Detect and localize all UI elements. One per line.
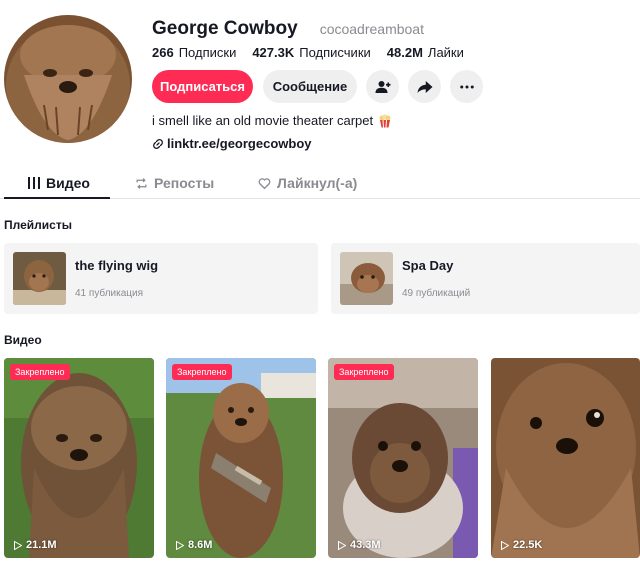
- link-text[interactable]: linktr.ee/georgecowboy: [167, 136, 312, 151]
- tab-reposts-label: Репосты: [154, 175, 215, 191]
- playlists-title: Плейлисты: [4, 218, 72, 232]
- video-views: 43.3M: [338, 539, 381, 551]
- play-icon: [14, 540, 22, 550]
- popcorn-icon: [379, 114, 391, 128]
- playlist-thumbnail: [340, 252, 393, 305]
- video-card[interactable]: Закреплено 8.6M: [166, 358, 316, 558]
- following-label[interactable]: Подписки: [179, 45, 237, 60]
- video-views: 22.5K: [501, 539, 542, 551]
- tab-liked-label: Лайкнул(-а): [277, 175, 358, 191]
- followers-count[interactable]: 427.3K: [252, 45, 294, 60]
- active-tab-indicator: [4, 197, 110, 199]
- link-icon: [153, 138, 163, 149]
- profile-bio: i smell like an old movie theater carpet: [152, 113, 392, 128]
- message-button[interactable]: Сообщение: [263, 70, 357, 103]
- profile-handle: cocoadreamboat: [319, 21, 424, 37]
- add-friend-button[interactable]: [366, 70, 399, 103]
- tab-reposts[interactable]: Репосты: [135, 168, 214, 198]
- heart-icon: [258, 177, 271, 189]
- profile-avatar[interactable]: [4, 15, 132, 143]
- profile-stats: 266 Подписки 427.3K Подписчики 48.2M Лай…: [152, 43, 480, 61]
- followers-label[interactable]: Подписчики: [299, 45, 371, 60]
- grid-icon: [28, 177, 40, 189]
- repost-icon: [136, 177, 147, 189]
- video-card[interactable]: Закреплено 21.1M: [4, 358, 154, 558]
- playlist-title: the flying wig: [75, 258, 159, 273]
- tab-videos[interactable]: Видео: [28, 168, 90, 198]
- videos-title: Видео: [4, 333, 42, 347]
- tab-liked[interactable]: Лайкнул(-а): [258, 168, 357, 198]
- more-icon: [459, 85, 474, 88]
- video-views-count: 43.3M: [350, 539, 381, 551]
- profile-name: George Cowboy: [152, 18, 298, 39]
- profile-tabs: Видео Репосты Лайкнул(-а): [0, 168, 640, 199]
- playlist-count: 41 публикация: [75, 288, 144, 299]
- playlist-card[interactable]: the flying wig 41 публикация: [4, 243, 318, 314]
- likes-count: 48.2M: [386, 44, 423, 60]
- video-views: 8.6M: [176, 539, 212, 551]
- video-views: 21.1M: [14, 539, 57, 551]
- likes-label: Лайки: [427, 44, 464, 60]
- playlist-title: Spa Day: [402, 258, 454, 273]
- video-card[interactable]: 22.5K: [491, 358, 640, 558]
- tab-videos-label: Видео: [46, 175, 90, 191]
- share-button[interactable]: [408, 70, 441, 103]
- pinned-badge: Закреплено: [172, 364, 232, 380]
- more-options-button[interactable]: [450, 70, 483, 103]
- playlist-count: 49 публикаций: [402, 288, 471, 299]
- add-user-icon: [375, 80, 390, 93]
- pinned-badge: Закреплено: [334, 364, 394, 380]
- video-views-count: 21.1M: [26, 539, 57, 551]
- follow-button[interactable]: Подписаться: [152, 70, 253, 103]
- playlist-thumbnail: [13, 252, 66, 305]
- video-views-count: 8.6M: [188, 539, 213, 551]
- pinned-badge: Закреплено: [10, 364, 70, 380]
- video-views-count: 22.5K: [513, 539, 543, 551]
- playlist-card[interactable]: Spa Day 49 публикаций: [331, 243, 640, 314]
- bio-text: i smell like an old movie theater carpet: [152, 113, 374, 128]
- play-icon: [176, 540, 184, 550]
- profile-link[interactable]: linktr.ee/georgecowboy: [152, 136, 312, 151]
- play-icon: [501, 540, 509, 550]
- share-icon: [417, 80, 432, 93]
- play-icon: [338, 540, 346, 550]
- video-card[interactable]: Закреплено 43.3M: [328, 358, 478, 558]
- following-count[interactable]: 266: [152, 45, 174, 60]
